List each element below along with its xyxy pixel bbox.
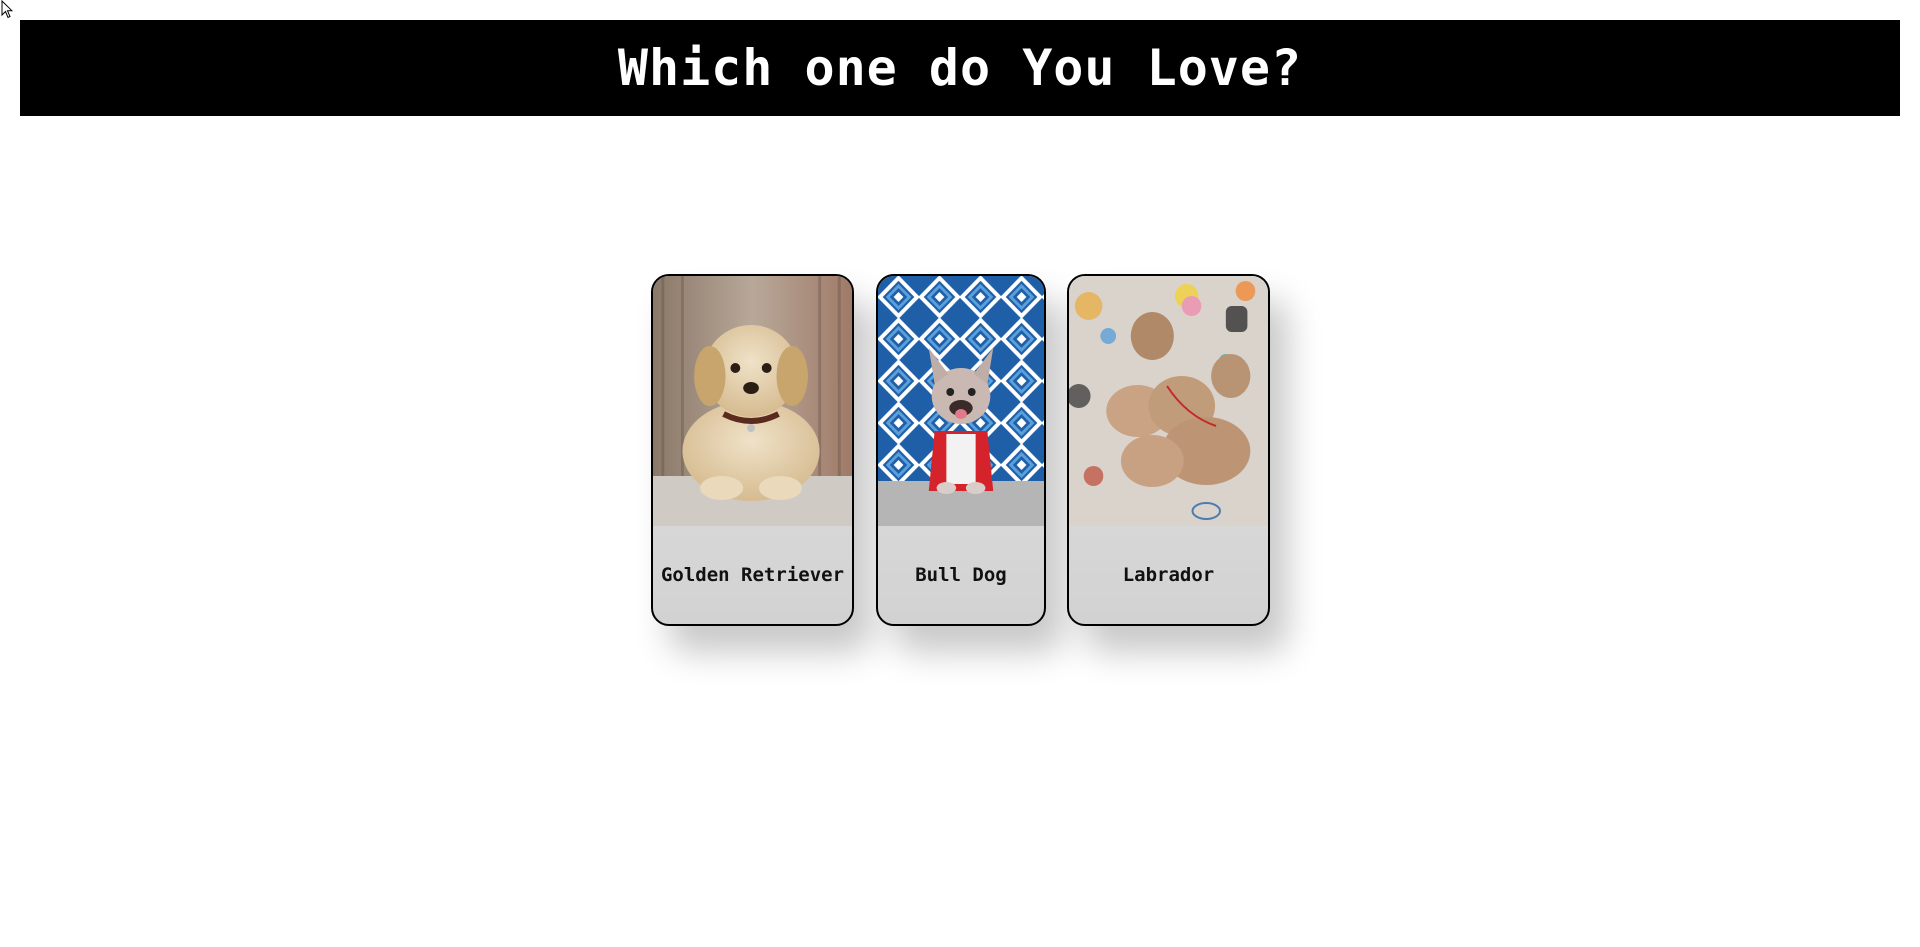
card-labrador[interactable]: Labrador [1067,274,1270,626]
golden-retriever-photo [653,276,852,526]
page-header: Which one do You Love? [20,20,1900,116]
card-golden-retriever[interactable]: Golden Retriever [651,274,854,626]
mouse-cursor-icon [1,0,13,19]
card-label: Bull Dog [915,564,1007,586]
bull-dog-photo [878,276,1044,526]
dog-cards-container: Golden Retriever Bull Dog Labrador [0,274,1920,628]
card-label: Labrador [1122,564,1215,586]
card-bull-dog[interactable]: Bull Dog [876,274,1046,626]
page-title: Which one do You Love? [617,39,1303,97]
labrador-photo [1069,276,1268,526]
card-label: Golden Retriever [660,564,845,586]
